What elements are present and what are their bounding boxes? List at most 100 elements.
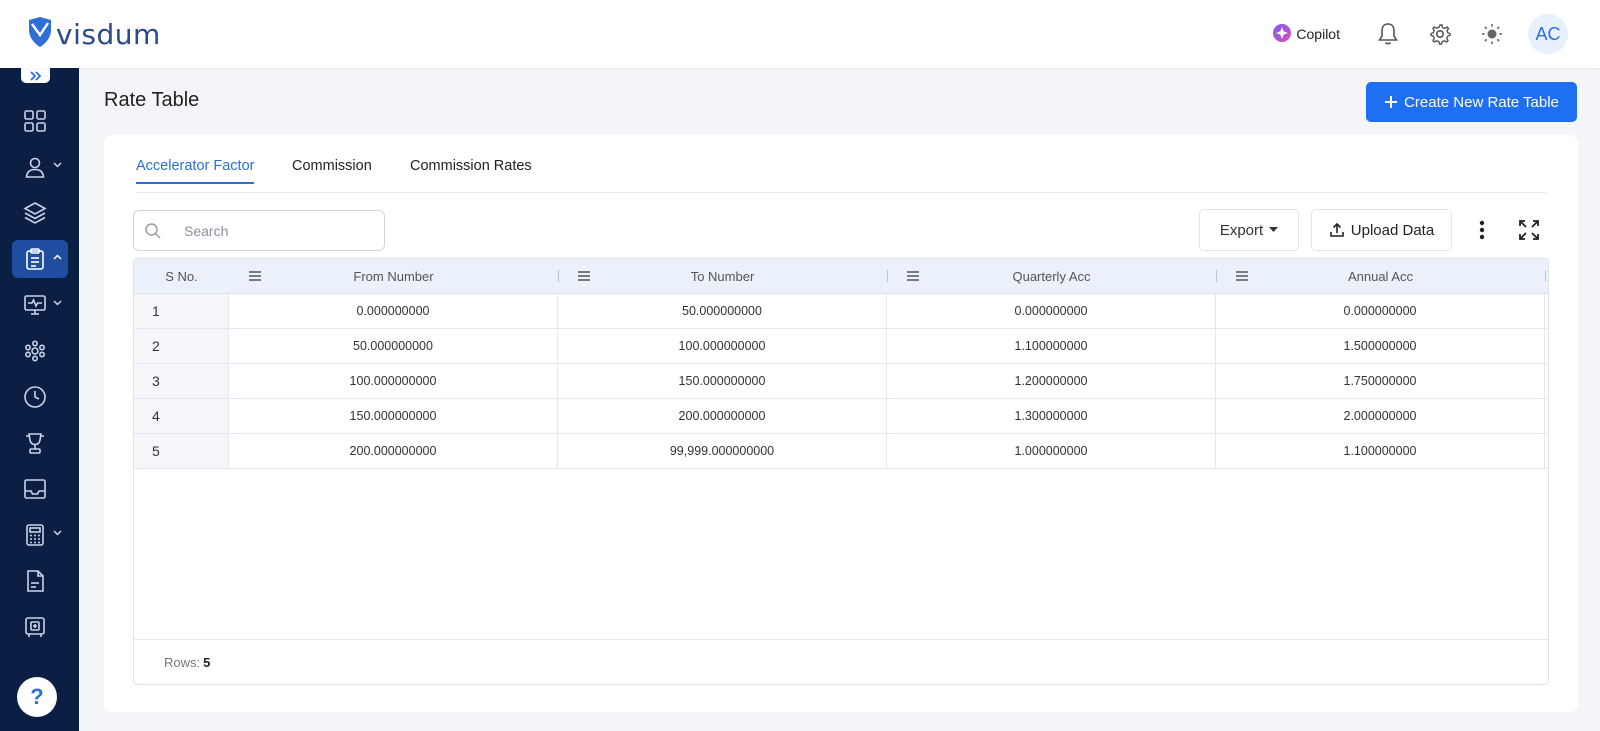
sidebar-item-calculator[interactable] <box>12 516 68 554</box>
table-row[interactable]: 3 100.000000000 150.000000000 1.20000000… <box>134 364 1548 399</box>
document-icon <box>27 570 44 592</box>
create-rate-table-label: Create New Rate Table <box>1404 93 1559 111</box>
sidebar-item-layers[interactable] <box>12 194 68 232</box>
upload-data-button[interactable]: Upload Data <box>1311 209 1452 251</box>
copilot-label: Copilot <box>1296 26 1340 42</box>
sidebar-item-inbox[interactable] <box>12 470 68 508</box>
cell-quarterly-acc: 1.200000000 <box>887 364 1216 398</box>
inbox-icon <box>24 479 46 499</box>
cell-to-number: 50.000000000 <box>558 294 887 328</box>
dashboard-grid-icon <box>24 110 46 132</box>
theme-toggle-button[interactable] <box>1478 20 1506 48</box>
page-title: Rate Table <box>104 89 200 111</box>
search-icon <box>145 222 161 238</box>
search-box[interactable] <box>133 210 385 251</box>
copilot-button[interactable]: Copilot <box>1272 23 1340 46</box>
cell-to-number: 150.000000000 <box>558 364 887 398</box>
tab-commission-rates[interactable]: Commission Rates <box>410 158 532 182</box>
monitor-pulse-icon <box>24 295 46 315</box>
sun-icon <box>1482 24 1502 44</box>
create-rate-table-button[interactable]: Create New Rate Table <box>1366 82 1577 122</box>
cell-from-number: 200.000000000 <box>229 434 558 468</box>
cell-from-number: 50.000000000 <box>229 329 558 363</box>
user-avatar[interactable]: AC <box>1528 14 1568 54</box>
safe-icon <box>25 617 45 637</box>
sidebar-item-rate-tables[interactable] <box>12 240 68 278</box>
sidebar-item-monitor[interactable] <box>12 286 68 324</box>
tab-commission[interactable]: Commission <box>292 158 372 182</box>
cell-from-number: 0.000000000 <box>229 294 558 328</box>
sidebar-item-dashboard[interactable] <box>12 102 68 140</box>
expand-icon <box>1519 220 1539 240</box>
column-header-from-number[interactable]: From Number <box>229 259 558 294</box>
chevron-down-icon <box>53 300 62 306</box>
tab-bar: Accelerator Factor Commission Commission… <box>136 155 1546 193</box>
chevron-up-icon <box>53 254 62 260</box>
layers-icon <box>23 202 47 224</box>
upload-data-label: Upload Data <box>1350 221 1435 239</box>
sidebar-item-users[interactable] <box>12 148 68 186</box>
team-icon <box>24 340 45 362</box>
cell-annual-acc: 1.750000000 <box>1216 364 1545 398</box>
sidebar: ? <box>0 68 79 731</box>
column-header-s-no[interactable]: S No. <box>134 259 229 294</box>
cell-s-no: 5 <box>134 434 229 468</box>
table-header: S No. From Number To Number Quarterly Ac… <box>134 259 1548 294</box>
cell-to-number: 200.000000000 <box>558 399 887 433</box>
cell-annual-acc: 1.100000000 <box>1216 434 1545 468</box>
column-header-to-number[interactable]: To Number <box>558 259 887 294</box>
column-header-annual-acc[interactable]: Annual Acc <box>1216 259 1545 294</box>
cell-quarterly-acc: 0.000000000 <box>887 294 1216 328</box>
cell-annual-acc: 0.000000000 <box>1216 294 1545 328</box>
sidebar-item-leaderboard[interactable] <box>12 424 68 462</box>
sidebar-item-history[interactable] <box>12 378 68 416</box>
row-count-value: 5 <box>203 654 211 670</box>
header-actions: Copilot AC <box>1272 14 1568 54</box>
plus-icon <box>1385 96 1398 108</box>
row-count-label: Rows: <box>164 654 201 670</box>
search-input[interactable] <box>184 222 374 239</box>
sidebar-item-documents[interactable] <box>12 562 68 600</box>
rate-table-card: Accelerator Factor Commission Commission… <box>104 135 1578 712</box>
fullscreen-button[interactable] <box>1517 218 1541 242</box>
cell-from-number: 150.000000000 <box>229 399 558 433</box>
column-header-quarterly-acc[interactable]: Quarterly Acc <box>887 259 1216 294</box>
copilot-icon <box>1272 23 1292 46</box>
brand-name: visdum <box>56 18 161 51</box>
chevron-down-icon <box>53 162 62 168</box>
help-button[interactable]: ? <box>17 677 57 717</box>
cell-s-no: 1 <box>134 294 229 328</box>
clock-icon <box>24 386 46 408</box>
clipboard-icon <box>26 248 44 270</box>
column-resize-handle[interactable] <box>1545 270 1546 282</box>
cell-s-no: 4 <box>134 399 229 433</box>
sidebar-expand-button[interactable] <box>21 68 50 83</box>
export-label: Export <box>1219 221 1264 239</box>
table-row[interactable]: 2 50.000000000 100.000000000 1.100000000… <box>134 329 1548 364</box>
table-row[interactable]: 1 0.000000000 50.000000000 0.000000000 0… <box>134 294 1548 329</box>
upload-icon <box>1329 222 1344 237</box>
table-row[interactable]: 4 150.000000000 200.000000000 1.30000000… <box>134 399 1548 434</box>
export-dropdown-button[interactable]: Export <box>1199 209 1299 251</box>
cell-annual-acc: 1.500000000 <box>1216 329 1545 363</box>
table-row[interactable]: 5 200.000000000 99,999.000000000 1.00000… <box>134 434 1548 469</box>
bell-icon <box>1378 23 1398 45</box>
cell-quarterly-acc: 1.300000000 <box>887 399 1216 433</box>
caret-down-icon <box>1269 227 1279 232</box>
rate-data-grid: S No. From Number To Number Quarterly Ac… <box>133 258 1549 685</box>
tab-accelerator-factor[interactable]: Accelerator Factor <box>136 158 255 184</box>
trophy-icon <box>26 433 44 454</box>
cell-quarterly-acc: 1.100000000 <box>887 329 1216 363</box>
cell-to-number: 100.000000000 <box>558 329 887 363</box>
cell-to-number: 99,999.000000000 <box>558 434 887 468</box>
brand-logo[interactable]: visdum <box>27 16 161 53</box>
sidebar-item-team[interactable] <box>12 332 68 370</box>
calculator-icon <box>26 524 44 546</box>
cell-s-no: 2 <box>134 329 229 363</box>
more-options-button[interactable] <box>1474 217 1490 243</box>
sidebar-item-vault[interactable] <box>12 608 68 646</box>
notifications-button[interactable] <box>1374 20 1402 48</box>
settings-button[interactable] <box>1426 20 1454 48</box>
cell-annual-acc: 2.000000000 <box>1216 399 1545 433</box>
double-chevron-right-icon <box>29 70 41 81</box>
